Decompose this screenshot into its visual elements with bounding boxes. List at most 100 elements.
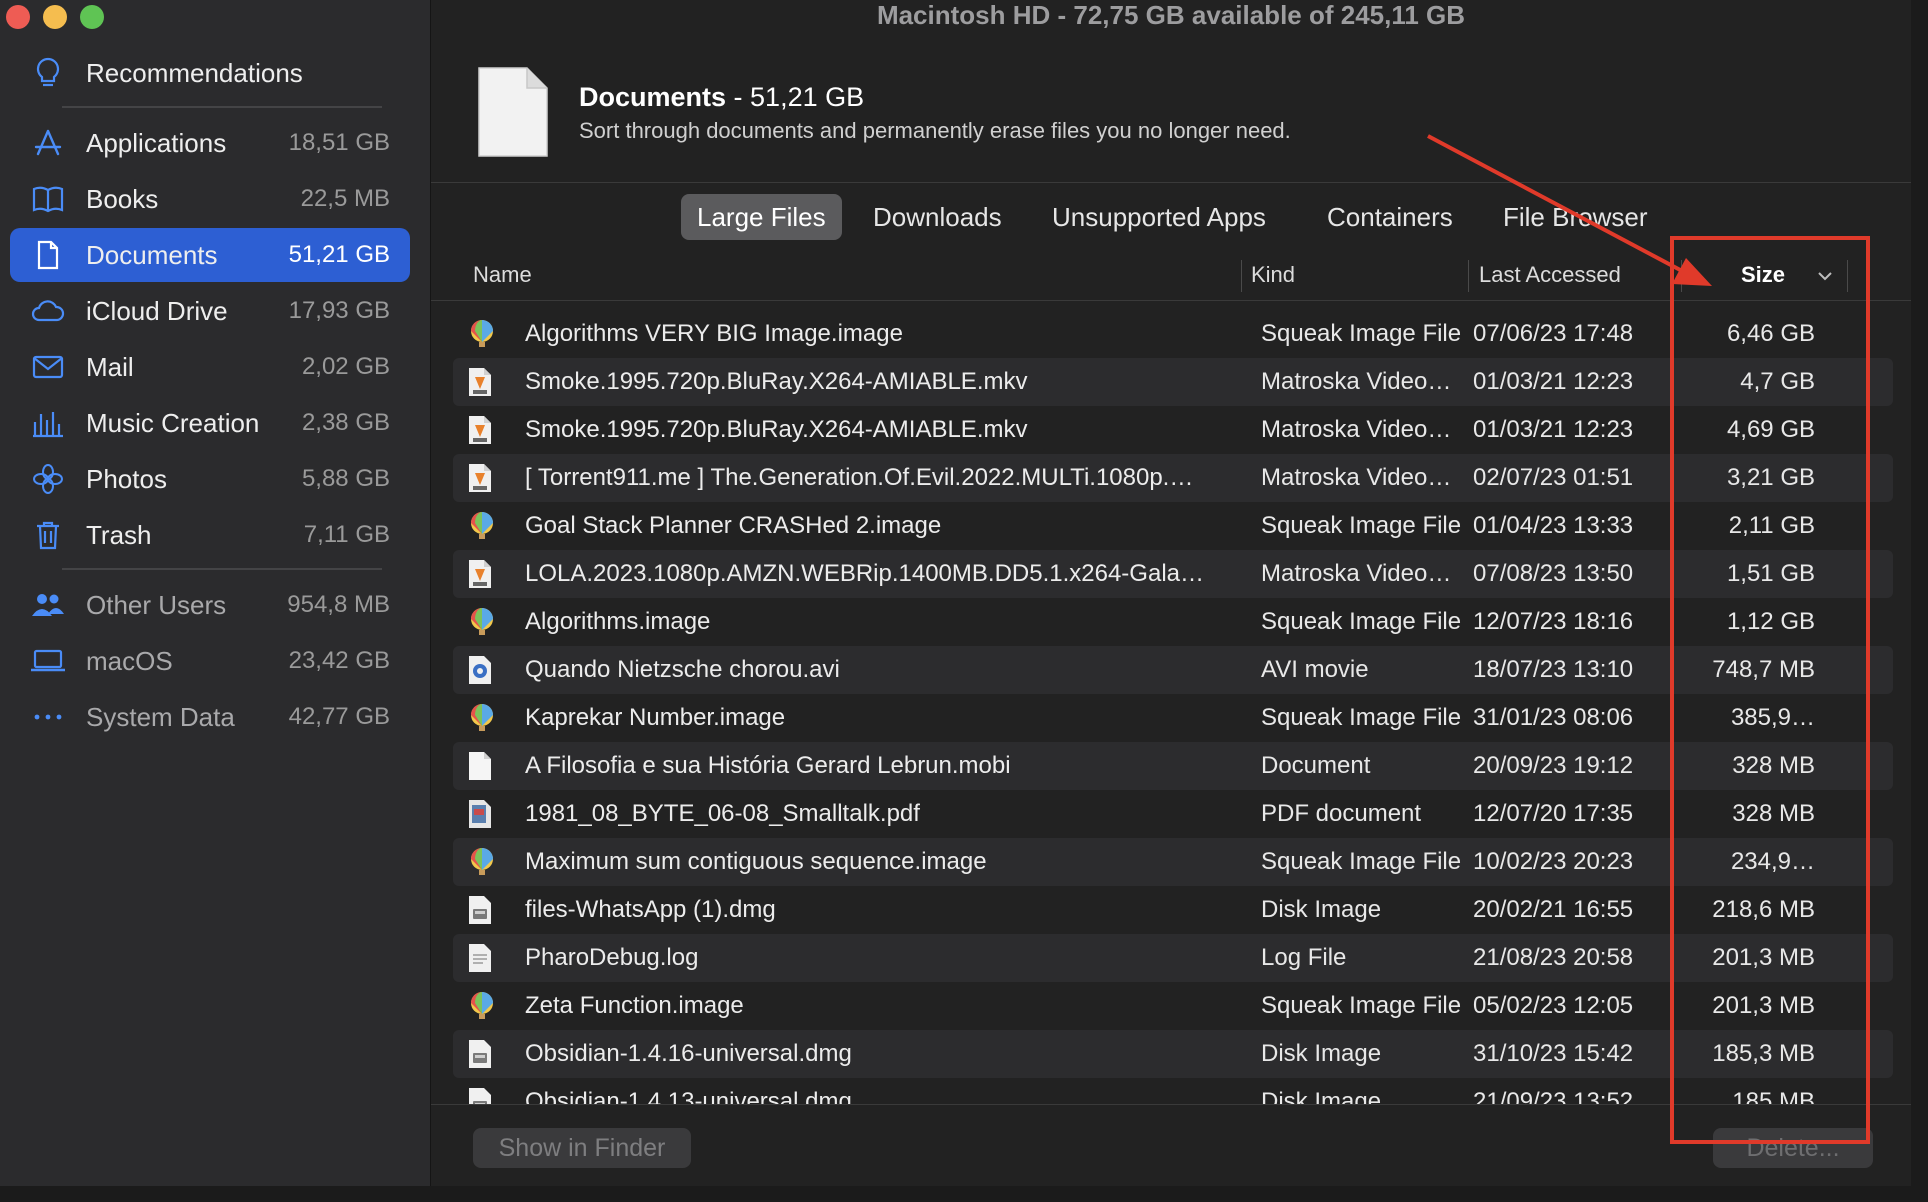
sidebar-item-size: 18,51 GB (288, 129, 390, 156)
file-name: Quando Nietzsche chorou.avi (525, 656, 840, 683)
file-name: Kaprekar Number.image (525, 704, 786, 731)
tab-file-browser[interactable]: File Browser (1487, 194, 1663, 240)
sidebar-divider (62, 106, 382, 108)
dmg-icon (467, 1039, 497, 1069)
column-divider (1241, 260, 1242, 292)
file-name: Algorithms VERY BIG Image.image (525, 320, 903, 347)
sidebar-item-trash[interactable]: Trash 7,11 GB (10, 508, 410, 562)
sidebar-item-label: macOS (86, 645, 173, 676)
file-name: [ Torrent911.me ] The.Generation.Of.Evil… (525, 464, 1194, 491)
mkv-icon (467, 415, 497, 445)
document-icon (473, 64, 553, 165)
users-icon (30, 587, 66, 623)
file-last-accessed: 20/02/21 16:55 (1473, 896, 1634, 923)
close-window-button[interactable] (6, 5, 30, 29)
sidebar-item-books[interactable]: Books 22,5 MB (10, 172, 410, 226)
sidebar-item-icloud-drive[interactable]: iCloud Drive 17,93 GB (10, 284, 410, 338)
column-header-name[interactable]: Name (473, 262, 532, 288)
sidebar-item-label: Photos (86, 463, 167, 494)
sidebar-item-size: 17,93 GB (288, 297, 390, 324)
sidebar-divider (62, 568, 382, 570)
tab-unsupported-apps[interactable]: Unsupported Apps (1036, 194, 1282, 240)
squeak-icon (467, 847, 497, 877)
sidebar-item-mail[interactable]: Mail 2,02 GB (10, 340, 410, 394)
sidebar-item-label: Documents (86, 239, 218, 270)
file-kind: Squeak Image File (1261, 608, 1462, 635)
dmg-icon (467, 895, 497, 925)
sidebar-item-system-data[interactable]: System Data 42,77 GB (10, 690, 410, 744)
cloud-icon (30, 293, 66, 329)
minimize-window-button[interactable] (43, 5, 67, 29)
squeak-icon (467, 319, 497, 349)
column-header-last-accessed[interactable]: Last Accessed (1479, 262, 1621, 288)
file-last-accessed: 10/02/23 20:23 (1473, 848, 1634, 875)
sidebar-item-label: Trash (86, 519, 152, 550)
sidebar-item-size: 42,77 GB (288, 703, 390, 730)
tab-containers[interactable]: Containers (1311, 194, 1469, 240)
sidebar-item-photos[interactable]: Photos 5,88 GB (10, 452, 410, 506)
file-kind: Log File (1261, 944, 1347, 971)
page-title-size: - 51,21 GB (733, 82, 865, 112)
blank-doc-icon (467, 751, 497, 781)
page-description: Sort through documents and permanently e… (579, 118, 1291, 143)
sidebar-item-recommendations[interactable]: Recommendations (10, 46, 410, 100)
show-in-finder-button[interactable]: Show in Finder (473, 1128, 691, 1168)
file-kind: Squeak Image File (1261, 320, 1462, 347)
squeak-icon (467, 991, 497, 1021)
file-kind: Matroska Video… (1261, 416, 1452, 443)
sidebar-item-label: Music Creation (86, 407, 260, 438)
sidebar-item-macos[interactable]: macOS 23,42 GB (10, 634, 410, 688)
window-edge (0, 1186, 1928, 1202)
ellipsis-icon (30, 699, 66, 735)
file-name: Goal Stack Planner CRASHed 2.image (525, 512, 942, 539)
zoom-window-button[interactable] (80, 5, 104, 29)
photos-icon (30, 461, 66, 497)
file-name: Maximum sum contiguous sequence.image (525, 848, 987, 875)
file-name: Obsidian-1.4.16-universal.dmg (525, 1040, 852, 1067)
tab-large-files[interactable]: Large Files (681, 194, 842, 240)
sidebar-item-size: 22,5 MB (300, 185, 390, 212)
squeak-icon (467, 511, 497, 541)
window-edge (1911, 0, 1928, 1202)
sidebar-item-music-creation[interactable]: Music Creation 2,38 GB (10, 396, 410, 450)
file-name: Smoke.1995.720p.BluRay.X264-AMIABLE.mkv (525, 416, 1028, 443)
file-name: Algorithms.image (525, 608, 711, 635)
window-title: Macintosh HD - 72,75 GB available of 245… (876, 0, 1466, 30)
laptop-icon (30, 643, 66, 679)
lightbulb-icon (30, 55, 66, 91)
sidebar-item-label: Mail (86, 351, 134, 382)
sidebar-item-applications[interactable]: Applications 18,51 GB (10, 116, 410, 170)
squeak-icon (467, 703, 497, 733)
page-title-name: Documents (579, 82, 727, 112)
mkv-icon (467, 559, 497, 589)
sidebar-item-size: 954,8 MB (287, 591, 390, 618)
file-last-accessed: 01/04/23 13:33 (1473, 512, 1634, 539)
file-last-accessed: 31/10/23 15:42 (1473, 1040, 1634, 1067)
apps-icon (30, 125, 66, 161)
sidebar-item-label: Books (86, 183, 159, 214)
mkv-icon (467, 367, 497, 397)
sidebar-item-label: Other Users (86, 589, 227, 620)
file-name: LOLA.2023.1080p.AMZN.WEBRip.1400MB.DD5.1… (525, 560, 1204, 587)
sidebar-item-other-users[interactable]: Other Users 954,8 MB (10, 578, 410, 632)
file-last-accessed: 01/03/21 12:23 (1473, 416, 1634, 443)
column-header-kind[interactable]: Kind (1251, 262, 1295, 288)
file-last-accessed: 12/07/23 18:16 (1473, 608, 1634, 635)
trash-icon (30, 517, 66, 553)
tab-downloads[interactable]: Downloads (857, 194, 1018, 240)
sidebar-item-documents[interactable]: Documents 51,21 GB (10, 228, 410, 282)
file-kind: PDF document (1261, 800, 1422, 827)
column-divider (1468, 260, 1469, 292)
file-kind: Disk Image (1261, 1040, 1382, 1067)
file-name: files-WhatsApp (1).dmg (525, 896, 776, 923)
squeak-icon (467, 607, 497, 637)
file-kind: Squeak Image File (1261, 704, 1462, 731)
file-kind: Squeak Image File (1261, 992, 1462, 1019)
file-last-accessed: 31/01/23 08:06 (1473, 704, 1634, 731)
file-kind: Matroska Video… (1261, 560, 1452, 587)
file-last-accessed: 21/09/23 13:52 (1473, 1088, 1634, 1105)
file-name: A Filosofia e sua História Gerard Lebrun… (525, 752, 1011, 779)
sidebar-item-size: 2,38 GB (301, 409, 390, 436)
log-icon (467, 943, 497, 973)
file-kind: AVI movie (1261, 656, 1369, 683)
